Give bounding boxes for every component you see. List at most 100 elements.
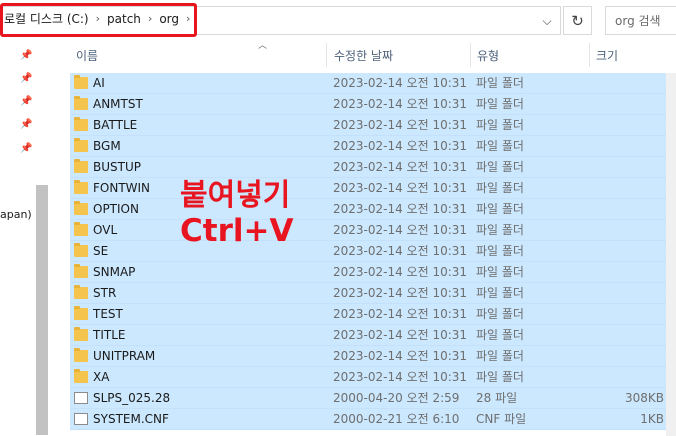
table-row[interactable]: TEST 2023-02-14 오전 10:31 파일 폴더 xyxy=(70,304,666,325)
file-date: 2023-02-14 오전 10:31 xyxy=(333,223,468,237)
file-date: 2023-02-14 오전 10:31 xyxy=(333,181,468,195)
list-scrollbar[interactable] xyxy=(666,73,676,436)
file-type: 파일 폴더 xyxy=(476,328,524,342)
file-size: 1KB xyxy=(640,412,664,426)
file-name: TITLE xyxy=(93,328,126,342)
folder-icon xyxy=(74,243,88,257)
pin-icon[interactable]: 📌 xyxy=(20,73,32,84)
file-date: 2023-02-14 오전 10:31 xyxy=(333,97,468,111)
file-name: ANMTST xyxy=(93,97,143,111)
table-row[interactable]: UNITPRAM 2023-02-14 오전 10:31 파일 폴더 xyxy=(70,346,666,367)
file-name: TEST xyxy=(93,307,123,321)
file-type: 파일 폴더 xyxy=(476,286,524,300)
highlight-box xyxy=(0,3,197,37)
column-size[interactable]: 크기 xyxy=(590,40,670,70)
file-date: 2000-04-20 오전 2:59 xyxy=(333,391,460,405)
file-size xyxy=(604,136,664,157)
column-header: ︿ 이름 수정한 날짜 유형 크기 xyxy=(70,40,676,70)
file-date: 2023-02-14 오전 10:31 xyxy=(333,328,468,342)
table-row[interactable]: BATTLE 2023-02-14 오전 10:31 파일 폴더 xyxy=(70,115,666,136)
file-size xyxy=(604,157,664,178)
file-name: SNMAP xyxy=(93,265,136,279)
folder-icon xyxy=(74,264,88,278)
file-type: 파일 폴더 xyxy=(476,139,524,153)
folder-icon xyxy=(74,159,88,173)
file-type: 28 파일 xyxy=(476,391,518,405)
folder-icon xyxy=(74,348,88,362)
table-row[interactable]: AI 2023-02-14 오전 10:31 파일 폴더 xyxy=(70,73,666,94)
folder-icon xyxy=(74,285,88,299)
file-icon xyxy=(74,413,88,425)
folder-icon xyxy=(74,75,88,89)
file-date: 2023-02-14 오전 10:31 xyxy=(333,307,468,321)
file-name: SYSTEM.CNF xyxy=(93,412,169,426)
column-date[interactable]: 수정한 날짜 xyxy=(328,40,468,70)
table-row[interactable]: ANMTST 2023-02-14 오전 10:31 파일 폴더 xyxy=(70,94,666,115)
column-type[interactable]: 유형 xyxy=(471,40,589,70)
address-toolbar: 로컬 디스크 (C:) › patch › org › ⌵ ↻ org 검색 xyxy=(0,0,676,40)
file-type: CNF 파일 xyxy=(476,412,527,426)
file-type: 파일 폴더 xyxy=(476,97,524,111)
table-row[interactable]: BUSTUP 2023-02-14 오전 10:31 파일 폴더 xyxy=(70,157,666,178)
file-size xyxy=(604,178,664,199)
table-row[interactable]: BGM 2023-02-14 오전 10:31 파일 폴더 xyxy=(70,136,666,157)
table-row[interactable]: SLPS_025.28 2000-04-20 오전 2:59 28 파일 308KB xyxy=(70,388,666,409)
folder-icon xyxy=(74,117,88,131)
file-list: AI 2023-02-14 오전 10:31 파일 폴더 ANMTST 2023-02-… xyxy=(70,73,666,430)
file-date: 2023-02-14 오전 10:31 xyxy=(333,118,468,132)
file-type: 파일 폴더 xyxy=(476,118,524,132)
file-name: AI xyxy=(93,76,105,90)
chevron-down-icon[interactable]: ⌵ xyxy=(536,10,558,32)
file-type: 파일 폴더 xyxy=(476,265,524,279)
file-date: 2023-02-14 오전 10:31 xyxy=(333,202,468,216)
search-input[interactable]: org 검색 xyxy=(605,6,676,35)
file-name: BUSTUP xyxy=(93,160,141,174)
file-name: STR xyxy=(93,286,117,300)
file-type: 파일 폴더 xyxy=(476,307,524,321)
table-row[interactable]: STR 2023-02-14 오전 10:31 파일 폴더 xyxy=(70,283,666,304)
column-name[interactable]: 이름 xyxy=(70,40,326,70)
pin-icon[interactable]: 📌 xyxy=(20,96,32,107)
folder-icon xyxy=(74,369,88,383)
folder-icon xyxy=(74,327,88,341)
nav-scrollbar[interactable] xyxy=(36,185,48,435)
pin-icon[interactable]: 📌 xyxy=(20,50,32,61)
file-size xyxy=(604,73,664,94)
pin-icon[interactable]: 📌 xyxy=(20,143,32,154)
paste-annotation: 붙여넣기 xyxy=(180,178,291,213)
file-size xyxy=(604,325,664,346)
file-size xyxy=(604,199,664,220)
folder-icon xyxy=(74,180,88,194)
table-row[interactable]: FONTWIN 2023-02-14 오전 10:31 파일 폴더 xyxy=(70,178,666,199)
file-size xyxy=(604,262,664,283)
file-size xyxy=(604,241,664,262)
table-row[interactable]: SYSTEM.CNF 2000-02-21 오전 6:10 CNF 파일 1KB xyxy=(70,409,666,430)
nav-item-label[interactable]: apan) ( xyxy=(0,208,40,221)
table-row[interactable]: TITLE 2023-02-14 오전 10:31 파일 폴더 xyxy=(70,325,666,346)
file-type: 파일 폴더 xyxy=(476,244,524,258)
folder-icon xyxy=(74,222,88,236)
file-name: OPTION xyxy=(93,202,139,216)
column-divider[interactable] xyxy=(326,43,327,67)
file-type: 파일 폴더 xyxy=(476,223,524,237)
file-name: SLPS_025.28 xyxy=(93,391,171,405)
file-name: SE xyxy=(93,244,109,258)
file-date: 2023-02-14 오전 10:31 xyxy=(333,244,468,258)
table-row[interactable]: SNMAP 2023-02-14 오전 10:31 파일 폴더 xyxy=(70,262,666,283)
file-type: 파일 폴더 xyxy=(476,370,524,384)
file-size xyxy=(604,220,664,241)
table-row[interactable]: XA 2023-02-14 오전 10:31 파일 폴더 xyxy=(70,367,666,388)
table-row[interactable]: OVL 2023-02-14 오전 10:31 파일 폴더 xyxy=(70,220,666,241)
pin-icon[interactable]: 📌 xyxy=(20,119,32,130)
navigation-pane: 📌 📌 📌 📌 📌 apan) ( xyxy=(0,40,50,436)
shortcut-annotation: Ctrl+V xyxy=(180,213,294,249)
file-name: OVL xyxy=(93,223,118,237)
file-date: 2023-02-14 오전 10:31 xyxy=(333,139,468,153)
table-row[interactable]: SE 2023-02-14 오전 10:31 파일 폴더 xyxy=(70,241,666,262)
file-size xyxy=(604,283,664,304)
table-row[interactable]: OPTION 2023-02-14 오전 10:31 파일 폴더 xyxy=(70,199,666,220)
file-size xyxy=(604,346,664,367)
refresh-button[interactable]: ↻ xyxy=(563,6,592,35)
file-type: 파일 폴더 xyxy=(476,349,524,363)
file-name: BGM xyxy=(93,139,121,153)
